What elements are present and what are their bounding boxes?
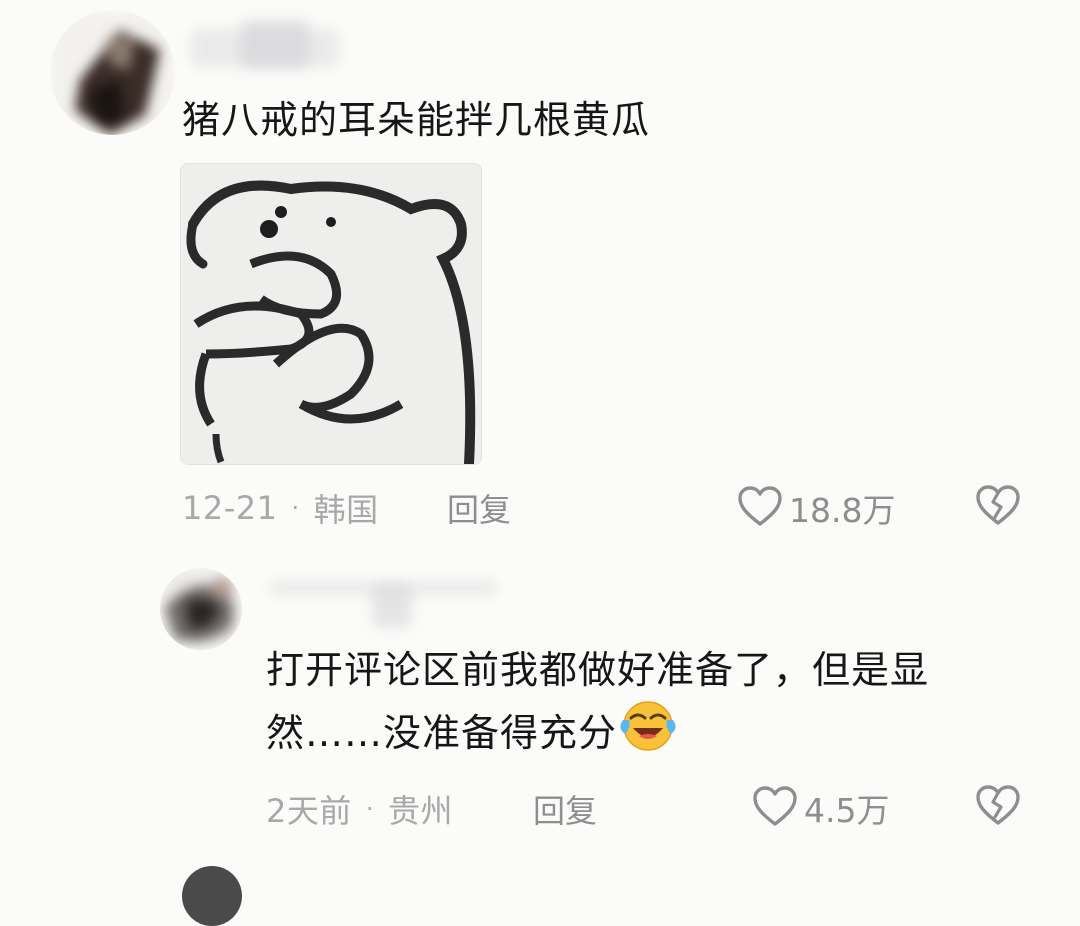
comment-text-line-1: 打开评论区前我都做好准备了，但是显 <box>266 648 930 692</box>
like-button[interactable]: 18.8万 <box>737 484 895 532</box>
broken-heart-icon <box>975 785 1021 830</box>
bear-sticker-drawing <box>181 164 481 464</box>
meta-separator: · <box>365 795 375 823</box>
reply-button[interactable]: 回复 <box>533 786 597 832</box>
comment-text: 打开评论区前我都做好准备了，但是显 然……没准备得充分 <box>266 642 1056 767</box>
like-count: 18.8万 <box>789 491 896 530</box>
like-button[interactable]: 4.5万 <box>752 784 889 832</box>
heart-outline-icon <box>752 785 798 831</box>
reply-button[interactable]: 回复 <box>447 485 511 531</box>
comment-location: 韩国 <box>313 491 379 529</box>
comment-2: 打开评论区前我都做好准备了，但是显 然……没准备得充分 2天前 · 贵州 回复 <box>0 560 1080 860</box>
comment-location: 贵州 <box>388 792 454 830</box>
sticker-image[interactable] <box>180 163 482 465</box>
username-blurred-extra <box>240 20 310 68</box>
comment-meta: 2天前 · 贵州 <box>266 786 453 832</box>
avatar-image <box>50 10 175 135</box>
comment-date: 2天前 <box>266 792 352 830</box>
heart-outline-icon <box>737 485 783 531</box>
comment-text-line-2-text: 然……没准备得充分 <box>266 710 618 755</box>
comment-date: 12-21 <box>182 489 278 527</box>
avatar[interactable] <box>160 568 242 650</box>
like-count: 4.5万 <box>804 791 890 830</box>
comment-text-line-2: 然……没准备得充分 <box>266 698 1056 767</box>
next-comment-avatar[interactable] <box>182 866 242 926</box>
username-blurred-extra <box>372 584 412 628</box>
avatar-image <box>160 568 242 650</box>
comment-text: 猪八戒的耳朵能拌几根黄瓜 <box>182 98 651 142</box>
comment-meta: 12-21 · 韩国 <box>182 485 379 531</box>
avatar[interactable] <box>50 10 175 135</box>
dislike-button[interactable] <box>975 784 1021 830</box>
laughing-crying-emoji-icon <box>619 698 677 767</box>
comment-1: 猪八戒的耳朵能拌几根黄瓜 12-21 · 韩国 回复 18.8万 <box>0 0 1080 560</box>
dislike-button[interactable] <box>975 484 1021 530</box>
meta-separator: · <box>291 494 300 522</box>
broken-heart-icon <box>975 485 1021 530</box>
